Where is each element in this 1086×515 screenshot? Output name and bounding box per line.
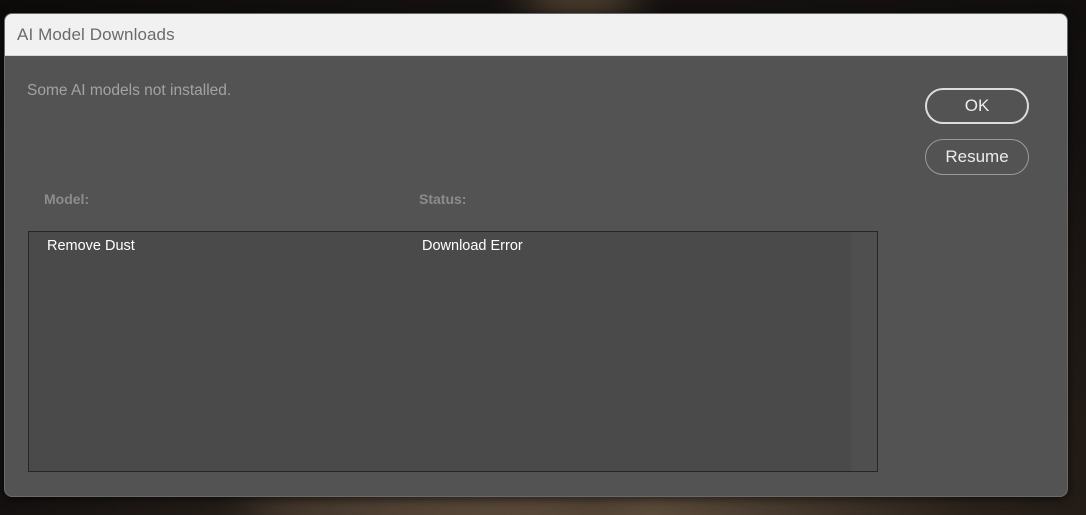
ok-button[interactable]: OK [925, 88, 1029, 124]
dialog-title: AI Model Downloads [17, 24, 175, 44]
model-status: Download Error [422, 238, 523, 254]
model-column-header: Model: [44, 191, 90, 207]
status-message: Some AI models not installed. [27, 82, 232, 99]
list-scrollbar[interactable] [851, 232, 877, 471]
resume-button[interactable]: Resume [925, 139, 1029, 175]
model-list[interactable]: Remove Dust Download Error [28, 231, 878, 472]
dialog-titlebar[interactable]: AI Model Downloads [5, 14, 1067, 56]
list-item[interactable]: Remove Dust Download Error [29, 236, 849, 258]
ai-model-downloads-dialog: AI Model Downloads Some AI models not in… [4, 13, 1068, 497]
status-column-header: Status: [419, 191, 467, 207]
model-name: Remove Dust [47, 238, 135, 254]
